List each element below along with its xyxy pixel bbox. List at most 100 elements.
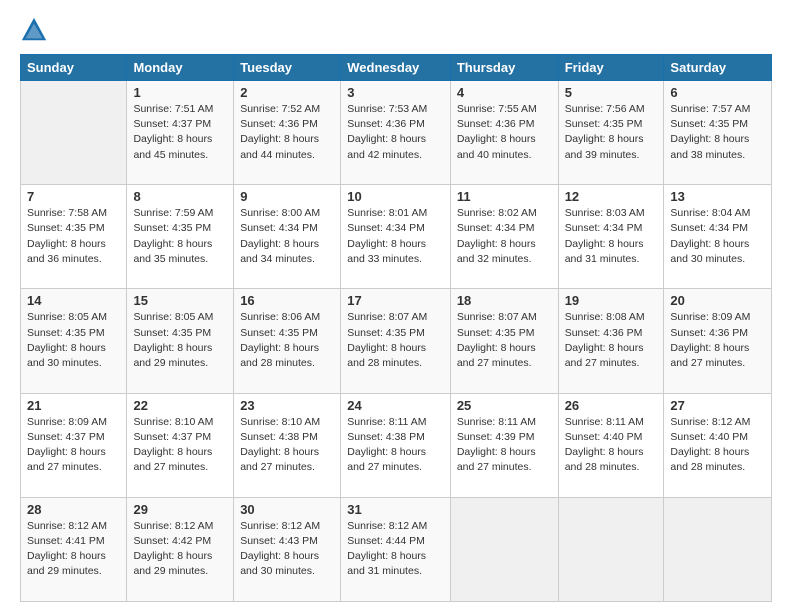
day-number: 2 [240,85,334,100]
day-number: 17 [347,293,444,308]
day-detail: Sunrise: 7:56 AMSunset: 4:35 PMDaylight:… [565,102,658,163]
logo-icon [20,16,48,44]
calendar-cell [664,497,772,601]
day-detail: Sunrise: 8:08 AMSunset: 4:36 PMDaylight:… [565,310,658,371]
calendar-cell: 22 Sunrise: 8:10 AMSunset: 4:37 PMDaylig… [127,393,234,497]
day-detail: Sunrise: 7:57 AMSunset: 4:35 PMDaylight:… [670,102,765,163]
day-detail: Sunrise: 7:58 AMSunset: 4:35 PMDaylight:… [27,206,120,267]
calendar-cell: 3 Sunrise: 7:53 AMSunset: 4:36 PMDayligh… [341,81,451,185]
day-number: 26 [565,398,658,413]
calendar-week-row: 7 Sunrise: 7:58 AMSunset: 4:35 PMDayligh… [21,185,772,289]
day-number: 22 [133,398,227,413]
day-number: 24 [347,398,444,413]
day-detail: Sunrise: 8:01 AMSunset: 4:34 PMDaylight:… [347,206,444,267]
day-number: 21 [27,398,120,413]
calendar-header-row: SundayMondayTuesdayWednesdayThursdayFrid… [21,55,772,81]
calendar-cell: 6 Sunrise: 7:57 AMSunset: 4:35 PMDayligh… [664,81,772,185]
day-number: 3 [347,85,444,100]
calendar-cell [21,81,127,185]
column-header-wednesday: Wednesday [341,55,451,81]
column-header-saturday: Saturday [664,55,772,81]
day-number: 31 [347,502,444,517]
calendar-cell: 27 Sunrise: 8:12 AMSunset: 4:40 PMDaylig… [664,393,772,497]
day-detail: Sunrise: 8:12 AMSunset: 4:44 PMDaylight:… [347,519,444,580]
page: SundayMondayTuesdayWednesdayThursdayFrid… [0,0,792,612]
day-detail: Sunrise: 8:05 AMSunset: 4:35 PMDaylight:… [27,310,120,371]
day-number: 14 [27,293,120,308]
day-detail: Sunrise: 8:12 AMSunset: 4:43 PMDaylight:… [240,519,334,580]
day-number: 28 [27,502,120,517]
calendar-week-row: 1 Sunrise: 7:51 AMSunset: 4:37 PMDayligh… [21,81,772,185]
day-detail: Sunrise: 8:10 AMSunset: 4:37 PMDaylight:… [133,415,227,476]
day-number: 8 [133,189,227,204]
calendar-cell [450,497,558,601]
day-detail: Sunrise: 8:12 AMSunset: 4:42 PMDaylight:… [133,519,227,580]
day-detail: Sunrise: 8:02 AMSunset: 4:34 PMDaylight:… [457,206,552,267]
day-detail: Sunrise: 8:09 AMSunset: 4:36 PMDaylight:… [670,310,765,371]
day-detail: Sunrise: 8:07 AMSunset: 4:35 PMDaylight:… [457,310,552,371]
calendar-cell: 17 Sunrise: 8:07 AMSunset: 4:35 PMDaylig… [341,289,451,393]
column-header-sunday: Sunday [21,55,127,81]
calendar-cell: 5 Sunrise: 7:56 AMSunset: 4:35 PMDayligh… [558,81,664,185]
day-detail: Sunrise: 8:06 AMSunset: 4:35 PMDaylight:… [240,310,334,371]
calendar-cell: 20 Sunrise: 8:09 AMSunset: 4:36 PMDaylig… [664,289,772,393]
day-number: 30 [240,502,334,517]
calendar-cell: 31 Sunrise: 8:12 AMSunset: 4:44 PMDaylig… [341,497,451,601]
day-number: 18 [457,293,552,308]
day-detail: Sunrise: 7:59 AMSunset: 4:35 PMDaylight:… [133,206,227,267]
day-number: 29 [133,502,227,517]
day-detail: Sunrise: 8:05 AMSunset: 4:35 PMDaylight:… [133,310,227,371]
calendar-cell: 23 Sunrise: 8:10 AMSunset: 4:38 PMDaylig… [234,393,341,497]
column-header-tuesday: Tuesday [234,55,341,81]
calendar-cell: 28 Sunrise: 8:12 AMSunset: 4:41 PMDaylig… [21,497,127,601]
day-detail: Sunrise: 7:52 AMSunset: 4:36 PMDaylight:… [240,102,334,163]
day-number: 6 [670,85,765,100]
day-number: 10 [347,189,444,204]
day-number: 15 [133,293,227,308]
day-detail: Sunrise: 8:00 AMSunset: 4:34 PMDaylight:… [240,206,334,267]
calendar-cell: 1 Sunrise: 7:51 AMSunset: 4:37 PMDayligh… [127,81,234,185]
day-detail: Sunrise: 8:04 AMSunset: 4:34 PMDaylight:… [670,206,765,267]
column-header-friday: Friday [558,55,664,81]
calendar-cell: 16 Sunrise: 8:06 AMSunset: 4:35 PMDaylig… [234,289,341,393]
day-number: 19 [565,293,658,308]
day-detail: Sunrise: 8:11 AMSunset: 4:39 PMDaylight:… [457,415,552,476]
calendar-cell: 12 Sunrise: 8:03 AMSunset: 4:34 PMDaylig… [558,185,664,289]
calendar-cell: 4 Sunrise: 7:55 AMSunset: 4:36 PMDayligh… [450,81,558,185]
calendar-cell: 15 Sunrise: 8:05 AMSunset: 4:35 PMDaylig… [127,289,234,393]
calendar-cell: 30 Sunrise: 8:12 AMSunset: 4:43 PMDaylig… [234,497,341,601]
calendar-cell: 8 Sunrise: 7:59 AMSunset: 4:35 PMDayligh… [127,185,234,289]
day-detail: Sunrise: 7:51 AMSunset: 4:37 PMDaylight:… [133,102,227,163]
calendar-week-row: 21 Sunrise: 8:09 AMSunset: 4:37 PMDaylig… [21,393,772,497]
day-detail: Sunrise: 8:11 AMSunset: 4:38 PMDaylight:… [347,415,444,476]
day-detail: Sunrise: 8:03 AMSunset: 4:34 PMDaylight:… [565,206,658,267]
calendar-body: 1 Sunrise: 7:51 AMSunset: 4:37 PMDayligh… [21,81,772,602]
logo [20,16,52,44]
day-number: 23 [240,398,334,413]
day-number: 13 [670,189,765,204]
calendar-cell: 2 Sunrise: 7:52 AMSunset: 4:36 PMDayligh… [234,81,341,185]
day-detail: Sunrise: 8:07 AMSunset: 4:35 PMDaylight:… [347,310,444,371]
calendar-cell: 26 Sunrise: 8:11 AMSunset: 4:40 PMDaylig… [558,393,664,497]
calendar-cell: 11 Sunrise: 8:02 AMSunset: 4:34 PMDaylig… [450,185,558,289]
day-detail: Sunrise: 7:53 AMSunset: 4:36 PMDaylight:… [347,102,444,163]
calendar-week-row: 14 Sunrise: 8:05 AMSunset: 4:35 PMDaylig… [21,289,772,393]
column-header-monday: Monday [127,55,234,81]
calendar-cell: 29 Sunrise: 8:12 AMSunset: 4:42 PMDaylig… [127,497,234,601]
day-number: 9 [240,189,334,204]
day-number: 7 [27,189,120,204]
calendar-table: SundayMondayTuesdayWednesdayThursdayFrid… [20,54,772,602]
day-detail: Sunrise: 8:10 AMSunset: 4:38 PMDaylight:… [240,415,334,476]
column-header-thursday: Thursday [450,55,558,81]
calendar-cell: 24 Sunrise: 8:11 AMSunset: 4:38 PMDaylig… [341,393,451,497]
day-number: 25 [457,398,552,413]
day-number: 1 [133,85,227,100]
calendar-cell: 21 Sunrise: 8:09 AMSunset: 4:37 PMDaylig… [21,393,127,497]
header [20,16,772,44]
calendar-cell: 19 Sunrise: 8:08 AMSunset: 4:36 PMDaylig… [558,289,664,393]
calendar-cell: 13 Sunrise: 8:04 AMSunset: 4:34 PMDaylig… [664,185,772,289]
day-number: 12 [565,189,658,204]
calendar-cell [558,497,664,601]
calendar-cell: 18 Sunrise: 8:07 AMSunset: 4:35 PMDaylig… [450,289,558,393]
calendar-cell: 10 Sunrise: 8:01 AMSunset: 4:34 PMDaylig… [341,185,451,289]
